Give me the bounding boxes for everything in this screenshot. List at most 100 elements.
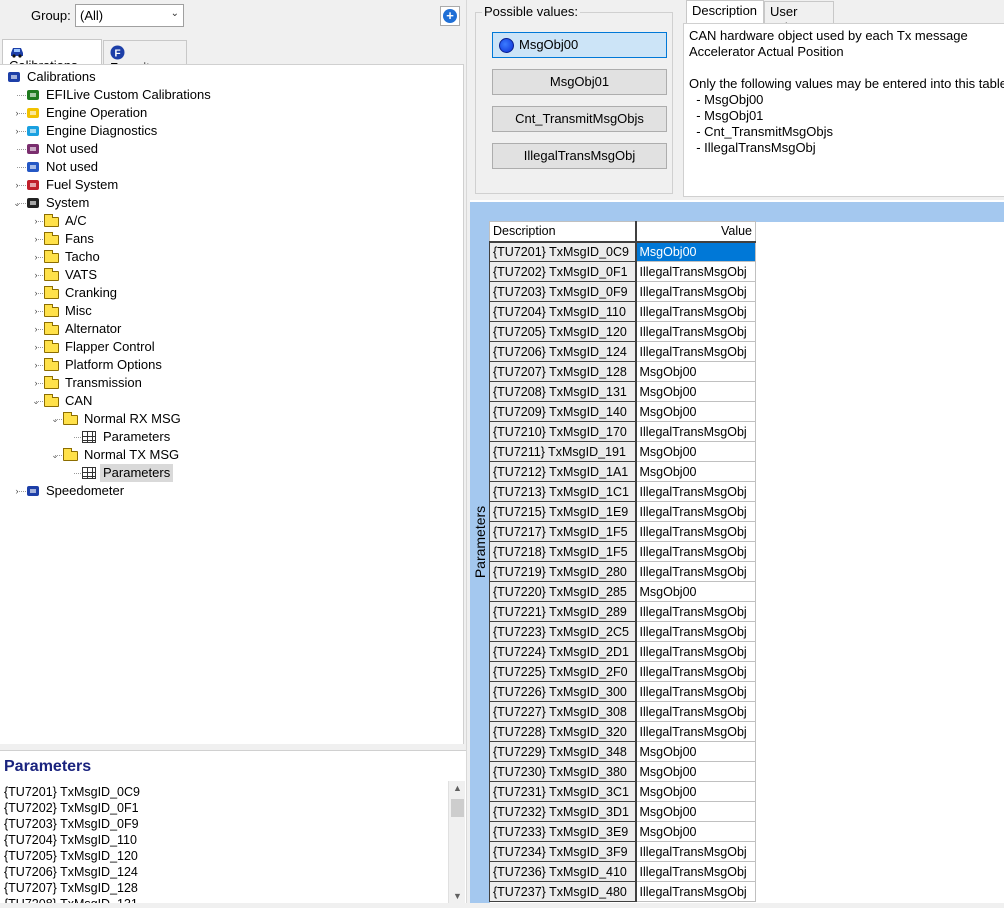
- row-value-cell[interactable]: IllegalTransMsgObj: [635, 721, 756, 742]
- tree-node-tacho[interactable]: › Tacho: [0, 248, 460, 266]
- row-description-cell[interactable]: {TU7229} TxMsgID_348: [489, 741, 637, 762]
- table-row[interactable]: {TU7201} TxMsgID_0C9 MsgObj00: [489, 241, 756, 262]
- row-value-cell[interactable]: MsgObj00: [635, 761, 756, 782]
- chevron-right-icon[interactable]: ›: [31, 212, 41, 230]
- tab-user-notes[interactable]: User notes: [764, 1, 834, 34]
- chevron-down-icon[interactable]: ⌄: [31, 392, 41, 410]
- tree-node-platform-options[interactable]: › Platform Options: [0, 356, 460, 374]
- row-description-cell[interactable]: {TU7226} TxMsgID_300: [489, 681, 637, 702]
- row-value-cell[interactable]: IllegalTransMsgObj: [635, 641, 756, 662]
- table-row[interactable]: {TU7209} TxMsgID_140 MsgObj00: [489, 401, 756, 422]
- tree-node-engine-operation[interactable]: › Engine Operation: [0, 104, 460, 122]
- table-row[interactable]: {TU7203} TxMsgID_0F9 IllegalTransMsgObj: [489, 281, 756, 302]
- row-value-cell[interactable]: IllegalTransMsgObj: [635, 661, 756, 682]
- table-row[interactable]: {TU7205} TxMsgID_120 IllegalTransMsgObj: [489, 321, 756, 342]
- row-value-cell[interactable]: MsgObj00: [635, 381, 756, 402]
- scroll-up-icon[interactable]: ▲: [453, 783, 462, 793]
- tree-node-can[interactable]: ⌄ CAN: [0, 392, 460, 410]
- row-description-cell[interactable]: {TU7234} TxMsgID_3F9: [489, 841, 637, 862]
- table-row[interactable]: {TU7202} TxMsgID_0F1 IllegalTransMsgObj: [489, 261, 756, 282]
- row-description-cell[interactable]: {TU7236} TxMsgID_410: [489, 861, 637, 882]
- chevron-right-icon[interactable]: ›: [31, 302, 41, 320]
- row-description-cell[interactable]: {TU7217} TxMsgID_1F5: [489, 521, 637, 542]
- row-value-cell[interactable]: MsgObj00: [635, 781, 756, 802]
- table-row[interactable]: {TU7226} TxMsgID_300 IllegalTransMsgObj: [489, 681, 756, 702]
- table-row[interactable]: {TU7227} TxMsgID_308 IllegalTransMsgObj: [489, 701, 756, 722]
- chevron-right-icon[interactable]: ›: [12, 104, 22, 122]
- tree-node-normal-rx-msg[interactable]: ⌄ Normal RX MSG: [0, 410, 460, 428]
- table-row[interactable]: {TU7208} TxMsgID_131 MsgObj00: [489, 381, 756, 402]
- table-row[interactable]: {TU7228} TxMsgID_320 IllegalTransMsgObj: [489, 721, 756, 742]
- group-select[interactable]: (All) ⌄: [75, 4, 184, 27]
- tree-node-normal-tx-msg[interactable]: ⌄ Normal TX MSG: [0, 446, 460, 464]
- tree-node-speedometer[interactable]: › Speedometer: [0, 482, 460, 500]
- tree-node-alternator[interactable]: › Alternator: [0, 320, 460, 338]
- table-row[interactable]: {TU7236} TxMsgID_410 IllegalTransMsgObj: [489, 861, 756, 882]
- parameter-list-item[interactable]: {TU7202} TxMsgID_0F1: [4, 800, 444, 816]
- row-description-cell[interactable]: {TU7221} TxMsgID_289: [489, 601, 637, 622]
- tree-node-fans[interactable]: › Fans: [0, 230, 460, 248]
- column-header-description[interactable]: Description: [489, 221, 637, 243]
- table-row[interactable]: {TU7206} TxMsgID_124 IllegalTransMsgObj: [489, 341, 756, 362]
- row-description-cell[interactable]: {TU7233} TxMsgID_3E9: [489, 821, 637, 842]
- tab-description[interactable]: Description: [686, 0, 764, 24]
- row-value-cell[interactable]: IllegalTransMsgObj: [635, 321, 756, 342]
- chevron-right-icon[interactable]: ›: [31, 374, 41, 392]
- table-row[interactable]: {TU7229} TxMsgID_348 MsgObj00: [489, 741, 756, 762]
- row-value-cell[interactable]: IllegalTransMsgObj: [635, 881, 756, 902]
- table-row[interactable]: {TU7220} TxMsgID_285 MsgObj00: [489, 581, 756, 602]
- table-row[interactable]: {TU7207} TxMsgID_128 MsgObj00: [489, 361, 756, 382]
- row-description-cell[interactable]: {TU7227} TxMsgID_308: [489, 701, 637, 722]
- row-value-cell[interactable]: MsgObj00: [635, 401, 756, 422]
- row-value-cell[interactable]: IllegalTransMsgObj: [635, 861, 756, 882]
- tree-node-tx-parameters[interactable]: Parameters: [0, 464, 460, 482]
- row-value-cell[interactable]: IllegalTransMsgObj: [635, 841, 756, 862]
- row-description-cell[interactable]: {TU7225} TxMsgID_2F0: [489, 661, 637, 682]
- row-value-cell[interactable]: IllegalTransMsgObj: [635, 701, 756, 722]
- row-description-cell[interactable]: {TU7203} TxMsgID_0F9: [489, 281, 637, 302]
- row-description-cell[interactable]: {TU7208} TxMsgID_131: [489, 381, 637, 402]
- chevron-right-icon[interactable]: ›: [12, 176, 22, 194]
- chevron-down-icon[interactable]: ⌄: [50, 446, 60, 464]
- row-description-cell[interactable]: {TU7210} TxMsgID_170: [489, 421, 637, 442]
- table-row[interactable]: {TU7231} TxMsgID_3C1 MsgObj00: [489, 781, 756, 802]
- tree-node-vats[interactable]: › VATS: [0, 266, 460, 284]
- row-description-cell[interactable]: {TU7215} TxMsgID_1E9: [489, 501, 637, 522]
- table-row[interactable]: {TU7212} TxMsgID_1A1 MsgObj00: [489, 461, 756, 482]
- tab-favorites[interactable]: F Favorites: [103, 40, 187, 75]
- scroll-down-icon[interactable]: ▼: [453, 891, 462, 901]
- row-description-cell[interactable]: {TU7224} TxMsgID_2D1: [489, 641, 637, 662]
- chevron-right-icon[interactable]: ›: [31, 266, 41, 284]
- table-row[interactable]: {TU7225} TxMsgID_2F0 IllegalTransMsgObj: [489, 661, 756, 682]
- tree-node-flapper-control[interactable]: › Flapper Control: [0, 338, 460, 356]
- row-description-cell[interactable]: {TU7205} TxMsgID_120: [489, 321, 637, 342]
- row-value-cell[interactable]: MsgObj00: [635, 581, 756, 602]
- chevron-down-icon[interactable]: ⌄: [12, 194, 22, 212]
- chevron-down-icon[interactable]: ⌄: [50, 410, 60, 428]
- row-value-cell[interactable]: IllegalTransMsgObj: [635, 261, 756, 282]
- table-row[interactable]: {TU7215} TxMsgID_1E9 IllegalTransMsgObj: [489, 501, 756, 522]
- row-value-cell[interactable]: MsgObj00: [635, 241, 756, 262]
- row-description-cell[interactable]: {TU7207} TxMsgID_128: [489, 361, 637, 382]
- tree-node-rx-parameters[interactable]: Parameters: [0, 428, 460, 446]
- row-value-cell[interactable]: MsgObj00: [635, 741, 756, 762]
- value-option-msgobj01[interactable]: MsgObj01: [492, 69, 667, 95]
- table-row[interactable]: {TU7224} TxMsgID_2D1 IllegalTransMsgObj: [489, 641, 756, 662]
- row-description-cell[interactable]: {TU7228} TxMsgID_320: [489, 721, 637, 742]
- row-value-cell[interactable]: IllegalTransMsgObj: [635, 561, 756, 582]
- row-value-cell[interactable]: MsgObj00: [635, 361, 756, 382]
- value-option-msgobj00[interactable]: MsgObj00: [492, 32, 667, 58]
- tree-node-calibrations-root[interactable]: Calibrations: [0, 68, 460, 86]
- row-value-cell[interactable]: MsgObj00: [635, 441, 756, 462]
- row-description-cell[interactable]: {TU7219} TxMsgID_280: [489, 561, 637, 582]
- table-row[interactable]: {TU7217} TxMsgID_1F5 IllegalTransMsgObj: [489, 521, 756, 542]
- calibration-tree[interactable]: Calibrations EFILive Custom Calibrations ›…: [0, 64, 464, 744]
- tree-node-efilive-custom[interactable]: EFILive Custom Calibrations: [0, 86, 460, 104]
- row-value-cell[interactable]: MsgObj00: [635, 821, 756, 842]
- tree-node-not-used-1[interactable]: Not used: [0, 140, 460, 158]
- parameter-list-item[interactable]: {TU7201} TxMsgID_0C9: [4, 784, 444, 800]
- table-row[interactable]: {TU7219} TxMsgID_280 IllegalTransMsgObj: [489, 561, 756, 582]
- row-value-cell[interactable]: MsgObj00: [635, 801, 756, 822]
- row-description-cell[interactable]: {TU7232} TxMsgID_3D1: [489, 801, 637, 822]
- parameter-list-item[interactable]: {TU7207} TxMsgID_128: [4, 880, 444, 896]
